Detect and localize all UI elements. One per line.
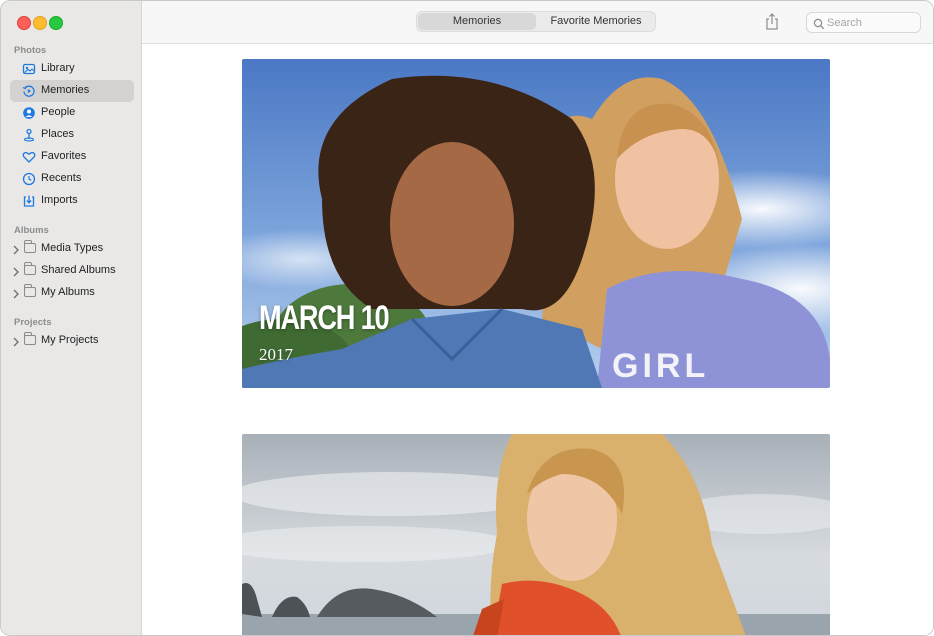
close-window-button[interactable] xyxy=(17,16,31,30)
svg-text:GIRL: GIRL xyxy=(612,347,709,385)
chevron-right-icon[interactable] xyxy=(12,287,20,299)
folder-icon xyxy=(24,332,36,345)
sidebar-item-shared-albums[interactable]: Shared Albums xyxy=(10,260,134,282)
sidebar-item-label: Library xyxy=(41,62,75,74)
memory-card[interactable] xyxy=(242,434,830,635)
clock-icon xyxy=(22,172,36,186)
search-field[interactable] xyxy=(806,12,921,33)
chevron-right-icon[interactable] xyxy=(12,265,20,277)
sidebar-item-label: Recents xyxy=(41,172,82,184)
memory-card[interactable]: GIRL MARCH 10 2017 xyxy=(242,59,830,388)
heart-icon xyxy=(22,150,36,164)
memories-icon xyxy=(22,84,36,98)
memories-grid: GIRL MARCH 10 2017 xyxy=(142,44,933,635)
sidebar-heading-albums: Albums xyxy=(14,225,49,236)
memory-year: 2017 xyxy=(259,345,293,364)
tab-favorite-memories[interactable]: Favorite Memories xyxy=(537,13,655,30)
sidebar-item-memories[interactable]: Memories xyxy=(10,80,134,102)
shared-folder-icon xyxy=(24,262,36,275)
sidebar-item-library[interactable]: Library xyxy=(10,58,134,80)
sidebar-item-label: Memories xyxy=(41,84,90,96)
search-icon xyxy=(813,17,825,30)
people-icon xyxy=(22,106,36,120)
sidebar-item-label: My Projects xyxy=(41,334,99,346)
sidebar-item-media-types[interactable]: Media Types xyxy=(10,238,134,260)
sidebar-item-label: Media Types xyxy=(41,242,104,254)
memory-title: MARCH 10 xyxy=(259,299,390,337)
sidebar-heading-projects: Projects xyxy=(14,317,52,328)
library-icon xyxy=(22,62,36,76)
sidebar-item-recents[interactable]: Recents xyxy=(10,168,134,190)
memory-photo: GIRL xyxy=(242,59,830,388)
minimize-window-button[interactable] xyxy=(33,16,47,30)
chevron-right-icon[interactable] xyxy=(12,243,20,255)
sidebar-item-label: Places xyxy=(41,128,75,140)
photos-window: Photos Library Memories People Places Fa… xyxy=(0,0,934,636)
sidebar-item-label: Imports xyxy=(41,194,78,206)
sidebar-item-my-projects[interactable]: My Projects xyxy=(10,330,134,352)
share-icon[interactable] xyxy=(764,12,780,32)
chevron-right-icon[interactable] xyxy=(12,335,20,347)
zoom-window-button[interactable] xyxy=(49,16,63,30)
sidebar-item-label: My Albums xyxy=(41,286,95,298)
places-icon xyxy=(22,128,36,142)
tab-memories[interactable]: Memories xyxy=(418,13,536,30)
toolbar: Memories Favorite Memories xyxy=(142,1,933,44)
sidebar-item-people[interactable]: People xyxy=(10,102,134,124)
sidebar-item-favorites[interactable]: Favorites xyxy=(10,146,134,168)
sidebar: Photos Library Memories People Places Fa… xyxy=(1,1,142,635)
memories-segmented-control: Memories Favorite Memories xyxy=(416,11,656,32)
sidebar-item-label: Favorites xyxy=(41,150,87,162)
memory-photo xyxy=(242,434,830,635)
sidebar-heading-photos: Photos xyxy=(14,45,47,56)
sidebar-item-label: Shared Albums xyxy=(41,264,116,276)
folder-icon xyxy=(24,240,36,253)
sidebar-item-label: People xyxy=(41,106,76,118)
search-input[interactable] xyxy=(827,15,915,30)
folder-icon xyxy=(24,284,36,297)
sidebar-item-my-albums[interactable]: My Albums xyxy=(10,282,134,304)
imports-icon xyxy=(22,194,36,208)
sidebar-item-places[interactable]: Places xyxy=(10,124,134,146)
sidebar-item-imports[interactable]: Imports xyxy=(10,190,134,212)
